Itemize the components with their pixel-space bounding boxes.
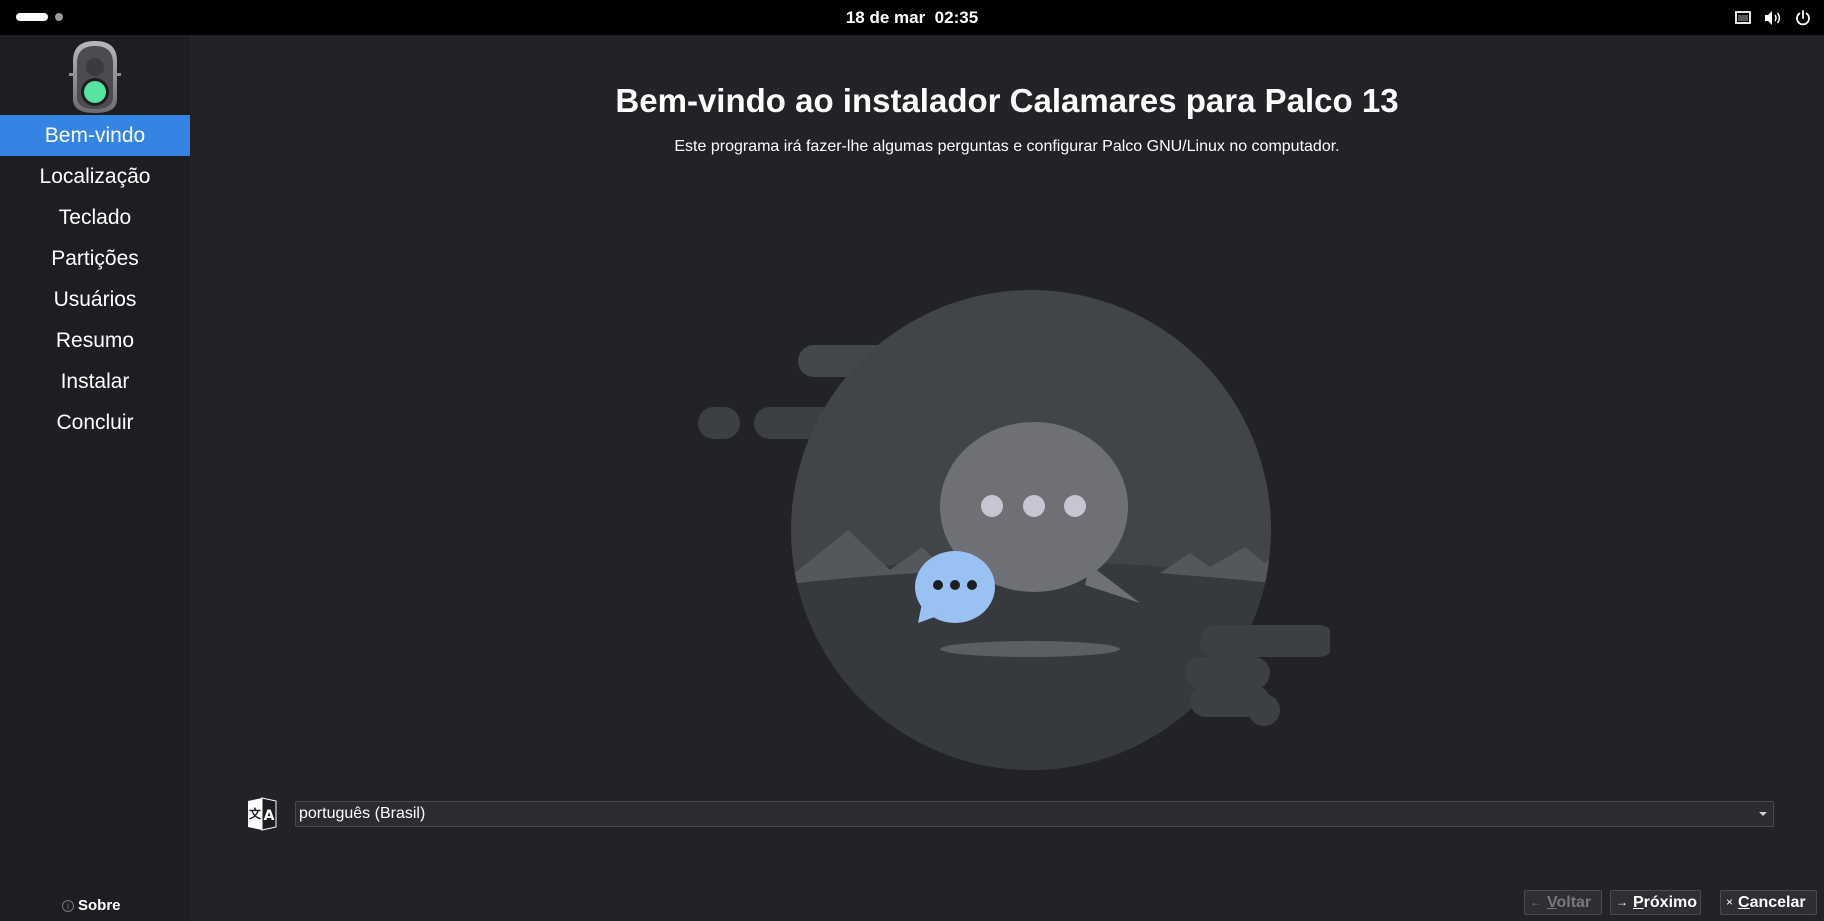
svg-text:A: A bbox=[264, 808, 275, 824]
step-instalar[interactable]: Instalar bbox=[0, 361, 190, 402]
arrow-right-icon: → bbox=[1616, 895, 1628, 909]
info-icon: i bbox=[62, 899, 74, 912]
clock-button[interactable]: 18 de mar 02:35 bbox=[846, 8, 978, 27]
chevron-down-icon bbox=[1759, 812, 1767, 816]
welcome-chat-illustration bbox=[690, 285, 1335, 775]
next-button[interactable]: → Próximo bbox=[1610, 890, 1701, 915]
back-button-label: Voltar bbox=[1547, 894, 1592, 911]
system-tray[interactable] bbox=[1734, 0, 1812, 35]
back-button[interactable]: ← Voltar bbox=[1524, 890, 1602, 915]
step-bem-vindo[interactable]: Bem-vindo bbox=[0, 115, 190, 156]
step-localizacao[interactable]: Localização bbox=[0, 156, 190, 197]
sidebar: Bem-vindo Localização Teclado Partições … bbox=[0, 35, 190, 921]
workspace-inactive-indicator bbox=[55, 13, 63, 21]
clock: 18 de mar 02:35 bbox=[0, 0, 1824, 35]
step-particoes[interactable]: Partições bbox=[0, 238, 190, 279]
svg-text:文: 文 bbox=[249, 806, 262, 821]
step-usuarios[interactable]: Usuários bbox=[0, 279, 190, 320]
language-select[interactable]: português (Brasil) bbox=[295, 801, 1774, 827]
cancel-button[interactable]: × Cancelar bbox=[1720, 890, 1817, 915]
next-button-label: Próximo bbox=[1633, 894, 1698, 911]
screen-icon[interactable] bbox=[1734, 9, 1752, 27]
language-translate-icon: 文 A bbox=[246, 797, 278, 831]
step-resumo[interactable]: Resumo bbox=[0, 320, 190, 361]
arrow-left-icon: ← bbox=[1530, 895, 1542, 909]
step-concluir[interactable]: Concluir bbox=[0, 402, 190, 443]
power-icon[interactable] bbox=[1794, 9, 1812, 27]
page-title: Bem-vindo ao instalador Calamares para P… bbox=[615, 82, 1399, 119]
top-bar: 18 de mar 02:35 bbox=[0, 0, 1824, 35]
close-icon: × bbox=[1726, 895, 1734, 909]
about-label: Sobre bbox=[78, 897, 121, 914]
volume-icon[interactable] bbox=[1764, 9, 1782, 27]
about-button[interactable]: i Sobre bbox=[62, 897, 121, 914]
workspace-active-indicator bbox=[16, 13, 48, 21]
installer-steps: Bem-vindo Localização Teclado Partições … bbox=[0, 115, 190, 443]
activities-button[interactable] bbox=[16, 13, 63, 21]
step-teclado[interactable]: Teclado bbox=[0, 197, 190, 238]
cancel-button-label: Cancelar bbox=[1738, 894, 1806, 911]
clock-date: 18 de mar bbox=[845, 8, 926, 27]
clock-time: 02:35 bbox=[934, 8, 979, 27]
page-subtitle: Este programa irá fazer-lhe algumas perg… bbox=[674, 138, 1340, 155]
language-select-value: português (Brasil) bbox=[299, 805, 426, 822]
traffic-light-logo-icon bbox=[67, 39, 123, 115]
